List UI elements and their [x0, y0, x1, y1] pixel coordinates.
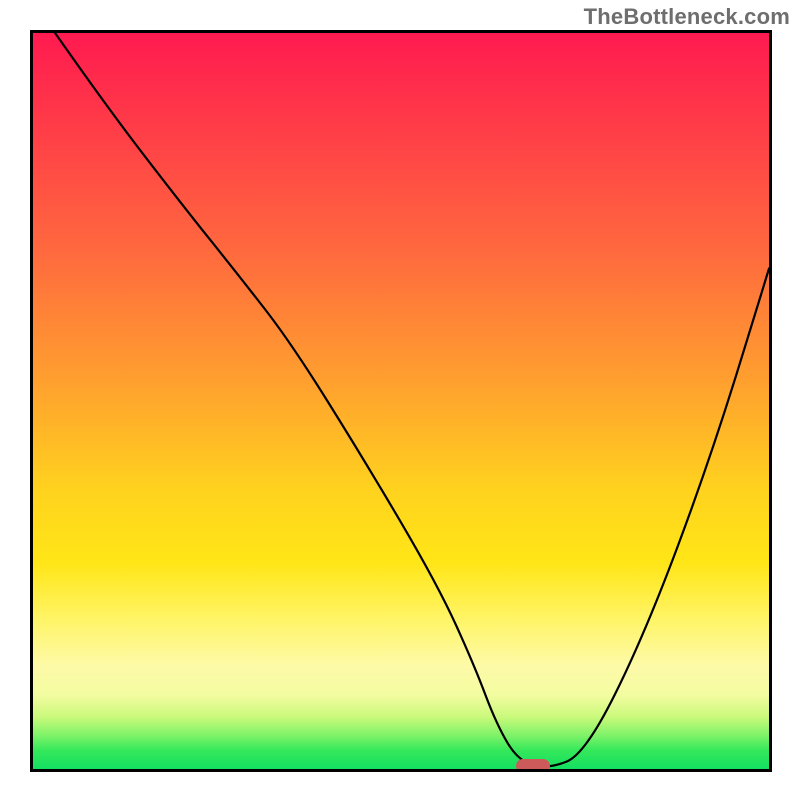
plot-area — [30, 30, 772, 772]
optimal-marker — [516, 759, 550, 772]
curve-svg — [33, 33, 769, 769]
watermark-text: TheBottleneck.com — [584, 4, 790, 30]
chart-container: TheBottleneck.com — [0, 0, 800, 800]
bottleneck-curve-path — [55, 33, 769, 767]
